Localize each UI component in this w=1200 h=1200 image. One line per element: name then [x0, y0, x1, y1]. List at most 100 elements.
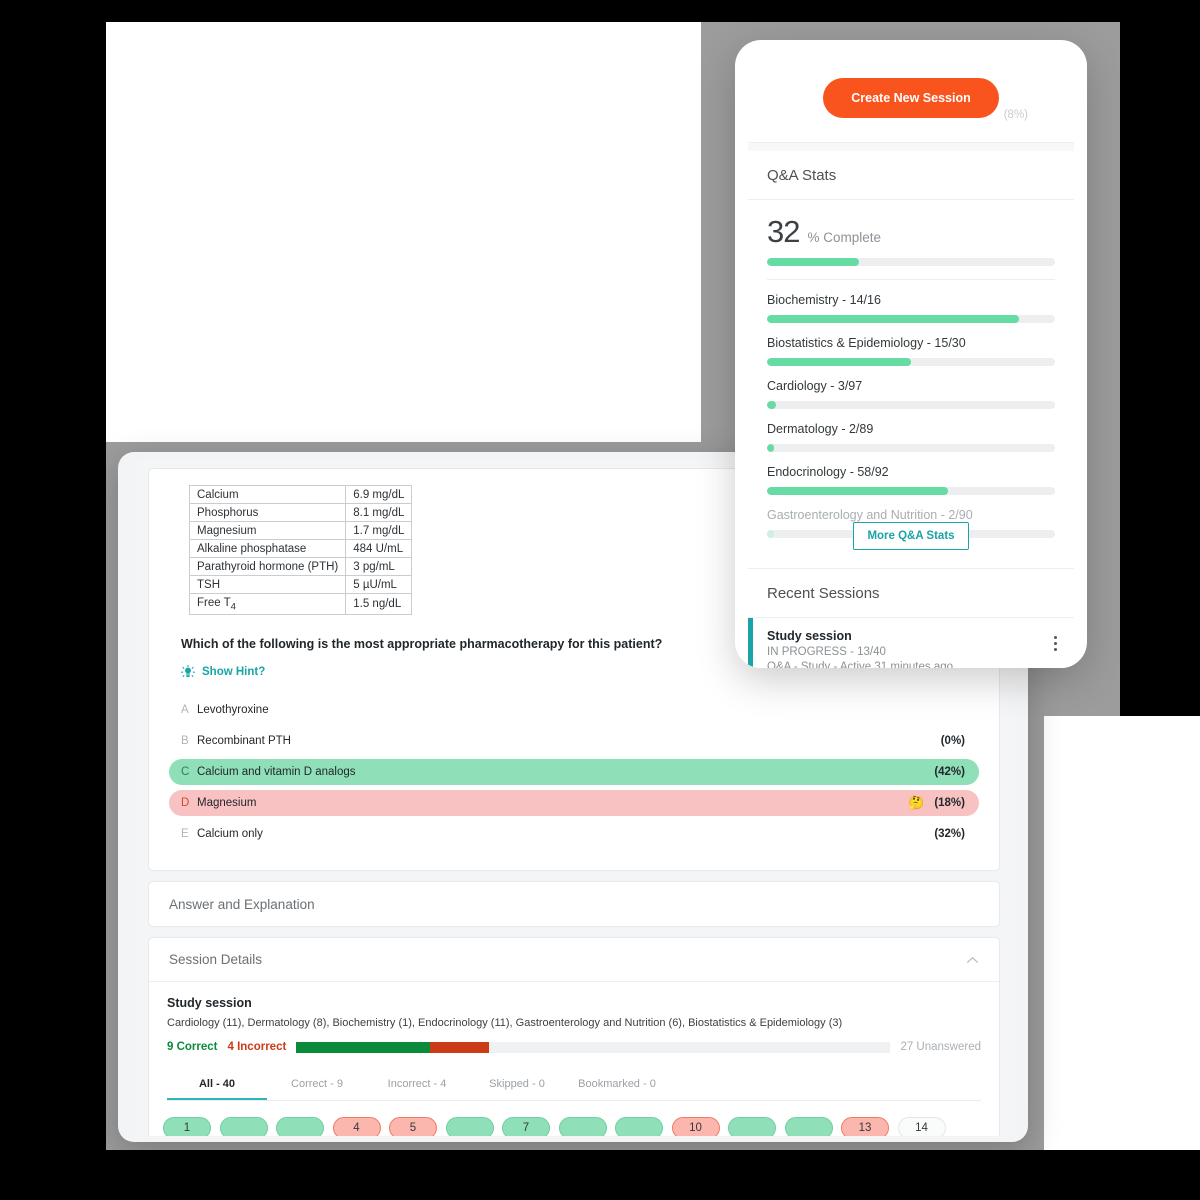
lab-results-table: Calcium 6.9 mg/dL Phosphorus 8.1 mg/dL Magne…: [188, 485, 413, 616]
qa-stats-title: Q&A Stats: [748, 151, 1074, 200]
incorrect-count-label: 4 Incorrect: [227, 1041, 287, 1054]
lab-name: Free T4: [188, 592, 347, 616]
overall-percent-label: % Complete: [807, 230, 882, 245]
question-pill[interactable]: 4: [332, 1117, 381, 1136]
option-text: Magnesium: [197, 797, 257, 810]
question-pill[interactable]: 14: [897, 1117, 946, 1136]
overall-percent-row: 32 % Complete: [767, 214, 1055, 250]
answer-option[interactable]: A Levothyroxine: [169, 697, 979, 723]
topic-progress-item: Cardiology - 3/97: [767, 379, 1055, 409]
answer-option[interactable]: D Magnesium 🤔 (18%): [169, 790, 979, 817]
option-percent: (42%): [934, 766, 965, 779]
topic-label: Biochemistry - 14/16: [767, 293, 881, 307]
option-text: Levothyroxine: [197, 704, 269, 717]
more-qa-stats-button[interactable]: More Q&A Stats: [853, 522, 969, 550]
lab-row: Alkaline phosphatase 484 U/mL: [188, 539, 413, 558]
lab-name: Calcium: [188, 485, 347, 504]
stats-divider: [767, 279, 1055, 280]
option-percent: (0%): [940, 735, 965, 748]
create-session-area: Create New Session: [748, 53, 1074, 143]
topic-progress-fill: [767, 487, 949, 495]
topic-progress-track: [767, 358, 1055, 366]
session-more-options-icon[interactable]: [1054, 636, 1057, 651]
answer-option[interactable]: C Calcium and vitamin D analogs (42%): [169, 759, 979, 786]
filter-tab-4[interactable]: Bookmarked - 0: [567, 1069, 667, 1100]
lab-name: TSH: [188, 575, 347, 594]
overall-percent-value: 32: [767, 214, 800, 249]
overall-progress-fill: [767, 258, 860, 266]
session-progress-bar: [296, 1041, 891, 1053]
lab-value: 8.1 mg/dL: [345, 503, 413, 522]
mobile-section-gap: [748, 143, 1074, 151]
screenshot-stage: Calcium 6.9 mg/dL Phosphorus 8.1 mg/dL Magne…: [0, 0, 1200, 1200]
question-pill[interactable]: 9: [615, 1117, 663, 1136]
topic-progress-item: Biostatistics & Epidemiology - 15/30: [767, 336, 1055, 366]
lab-name: Alkaline phosphatase: [188, 539, 347, 558]
answer-explanation-label: Answer and Explanation: [169, 896, 315, 912]
option-letter: D: [181, 797, 190, 810]
lab-value: 1.5 ng/dL: [345, 592, 413, 616]
topic-progress-track: [767, 444, 1055, 452]
option-letter: A: [181, 704, 189, 717]
question-pill[interactable]: 5: [389, 1117, 437, 1136]
topic-label: Cardiology - 3/97: [767, 379, 863, 393]
topic-label: Dermatology - 2/89: [767, 422, 874, 436]
question-pill[interactable]: 1: [163, 1117, 211, 1136]
answer-option[interactable]: E Calcium only (32%): [169, 821, 979, 847]
show-hint-label: Show Hint?: [202, 666, 266, 679]
filter-tab-2[interactable]: Incorrect - 4: [367, 1069, 467, 1100]
lab-row: Free T4 1.5 ng/dL: [188, 592, 413, 616]
question-pill[interactable]: 3: [276, 1117, 324, 1136]
question-pill[interactable]: 2: [219, 1117, 268, 1136]
question-pill[interactable]: 10: [671, 1117, 720, 1136]
answer-option[interactable]: B Recombinant PTH (0%): [169, 728, 979, 754]
chevron-up-icon[interactable]: [966, 956, 979, 964]
session-details-label: Session Details: [169, 952, 263, 968]
question-pill[interactable]: 13: [841, 1117, 889, 1136]
question-pill[interactable]: 8: [558, 1117, 607, 1136]
lab-name: Phosphorus: [188, 503, 347, 522]
unanswered-count-label: 27 Unanswered: [900, 1041, 981, 1054]
session-title: Study session: [167, 996, 252, 1011]
backdrop-plate-bottom-right: [1044, 716, 1200, 1150]
question-pill[interactable]: 7: [502, 1117, 550, 1136]
filter-tab-3[interactable]: Skipped - 0: [467, 1069, 567, 1100]
more-stats-area: More Q&A Stats: [767, 522, 1055, 550]
topic-progress-list: Biochemistry - 14/16 Biostatistics & Epid…: [767, 293, 1055, 538]
correct-count-label: 9 Correct: [167, 1041, 218, 1054]
question-pill[interactable]: 6: [445, 1117, 494, 1136]
option-percent: (32%): [934, 828, 965, 841]
option-letter: E: [181, 828, 189, 841]
answer-options-list: A Levothyroxine B Recombinant PTH (0%) C Calci…: [169, 697, 979, 847]
session-details-card: Session Details Study session Cardiology…: [148, 937, 1000, 1136]
topic-label: Endocrinology - 58/92: [767, 465, 889, 479]
lab-row: Phosphorus 8.1 mg/dL: [188, 503, 413, 522]
session-details-header[interactable]: Session Details: [149, 938, 999, 983]
topic-label: Biostatistics & Epidemiology - 15/30: [767, 336, 966, 350]
session-summary: Study session Cardiology (11), Dermatolo…: [149, 982, 999, 1102]
filter-tab-1[interactable]: Correct - 9: [267, 1069, 367, 1100]
answer-explanation-header[interactable]: Answer and Explanation: [149, 882, 999, 926]
topic-progress-fill: [767, 401, 776, 409]
session-accent-bar: [748, 618, 753, 668]
question-filter-tabs: All - 40 Correct - 9 Incorrect - 4 Skipped …: [167, 1069, 981, 1102]
lab-name: Parathyroid hormone (PTH): [188, 557, 347, 576]
option-percent: (18%): [934, 797, 965, 810]
overall-progress-track: [767, 258, 1055, 266]
lab-value: 6.9 mg/dL: [345, 485, 413, 504]
answer-explanation-card[interactable]: Answer and Explanation: [148, 881, 1000, 928]
topic-progress-item: Endocrinology - 58/92: [767, 465, 1055, 495]
question-pill[interactable]: 11: [728, 1117, 776, 1136]
qa-stats-body: 32 % Complete Biochemistry - 14/16 Biosta…: [748, 200, 1074, 550]
progress-segment-incorrect: [429, 1041, 490, 1053]
recent-session-item[interactable]: Study session IN PROGRESS - 13/40 Q&A - …: [748, 618, 1074, 668]
option-letter: C: [181, 766, 190, 779]
create-new-session-button[interactable]: Create New Session: [823, 77, 999, 118]
recent-session-status: IN PROGRESS - 13/40: [767, 646, 886, 658]
progress-segment-correct: [296, 1041, 430, 1053]
lightbulb-icon: [181, 665, 195, 679]
filter-tab-0[interactable]: All - 40: [167, 1069, 267, 1101]
lab-value: 3 pg/mL: [345, 557, 413, 576]
question-pill[interactable]: 12: [784, 1117, 833, 1136]
mobile-viewport: Create New Session Q&A Stats 32 % Comple…: [748, 53, 1074, 668]
